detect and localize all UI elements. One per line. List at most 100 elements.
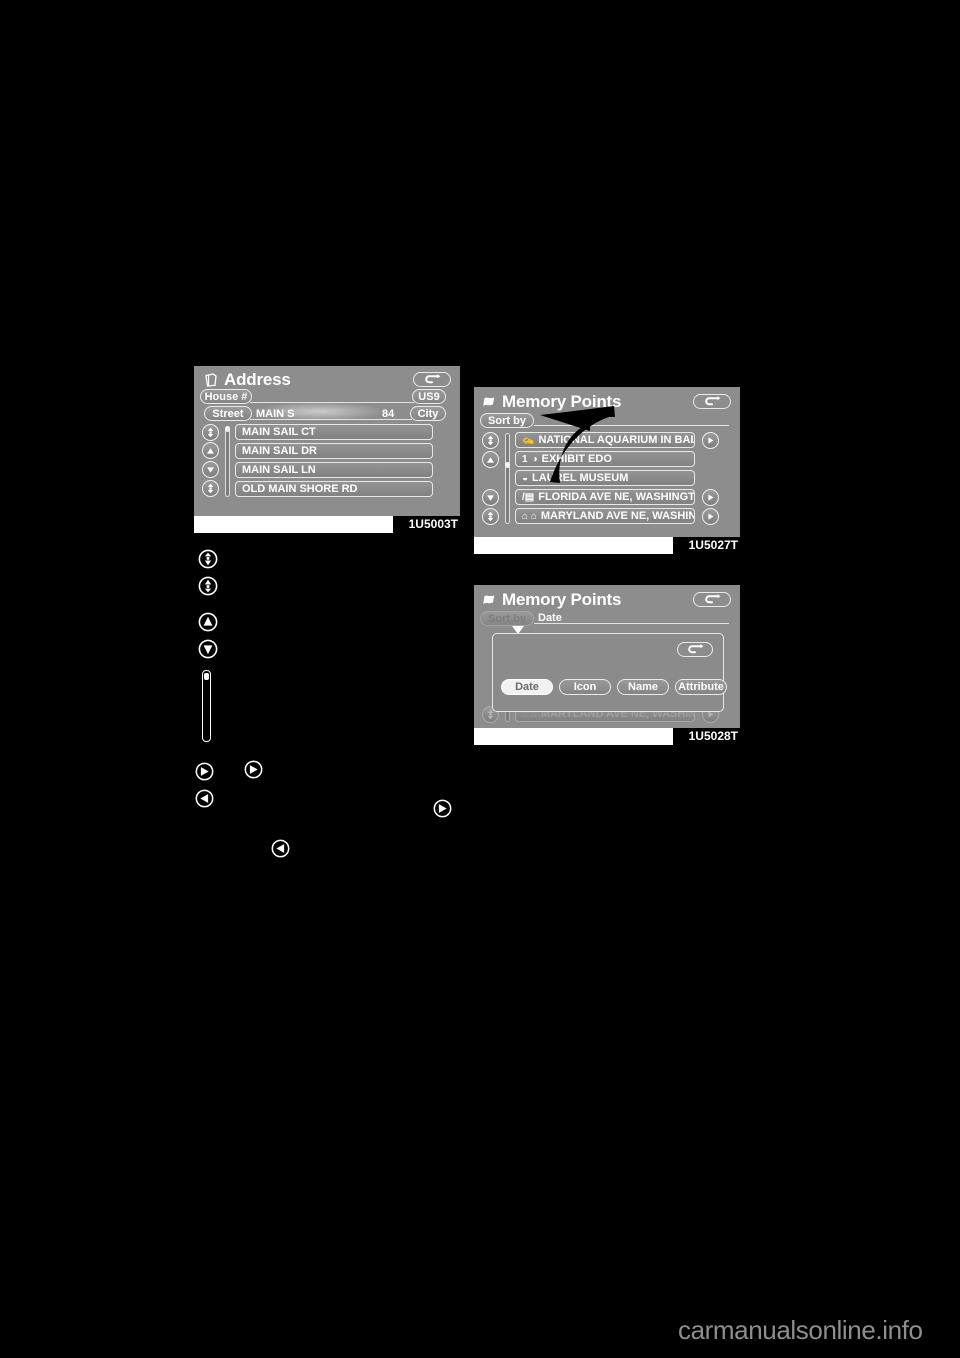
list-item[interactable]: MAIN SAIL LN xyxy=(235,462,433,478)
list-scrollbar-thumb[interactable] xyxy=(224,425,230,432)
sort-by-button[interactable]: Sort by xyxy=(480,611,534,626)
sort-option-attribute[interactable]: Attribute xyxy=(675,679,727,695)
caption-bar: 1U5028T xyxy=(474,728,740,745)
right-arrow-icon-glyph-c xyxy=(431,797,453,819)
down-arrow-icon xyxy=(207,466,214,473)
street-button[interactable]: Street xyxy=(204,406,252,421)
table-row[interactable]: ⌂ ⌂ MARYLAND AVE NE, WASHINGTO xyxy=(515,508,695,524)
caption-white-strip xyxy=(474,537,673,554)
sort-option-name[interactable]: Name xyxy=(617,679,669,695)
sort-by-field xyxy=(534,414,729,426)
street-field-value: MAIN S xyxy=(256,408,295,420)
flag-icon xyxy=(483,397,495,406)
left-arrow-icon-glyph-a xyxy=(193,787,215,809)
up-arrow-icon-glyph xyxy=(196,610,220,634)
memory-point-label: NATIONAL AQUARIUM IN BALTIM xyxy=(538,434,695,446)
page-down-button[interactable] xyxy=(482,508,499,525)
memory-points-screen: Memory Points Sort by ✍ NATIONAL AQUARIU… xyxy=(474,387,740,537)
page-title: Memory Points xyxy=(502,590,622,609)
page-up-button[interactable] xyxy=(482,432,499,449)
caption-bar: 1U5027T xyxy=(474,537,740,554)
page-up-button[interactable] xyxy=(202,424,219,441)
address-screen: Address House # US9 MAIN S 84 Street Cit… xyxy=(194,366,460,516)
list-scrollbar[interactable] xyxy=(504,433,510,524)
return-button[interactable] xyxy=(693,592,731,607)
house-number-button[interactable]: House # xyxy=(200,389,252,404)
page-down-icon-glyph xyxy=(196,574,220,598)
memory-point-label: FLORIDA AVE NE, WASHINGTON, D xyxy=(538,491,695,503)
memory-points-sort-screen: Memory Points Date Sort by ⌂ ⌂ MARYLAND … xyxy=(474,585,740,728)
caption-white-strip xyxy=(194,516,393,533)
site-watermark: carmanualsonline.info xyxy=(678,1315,923,1345)
list-item-label: MAIN SAIL CT xyxy=(242,426,316,438)
memory-point-label: EXHIBIT EDO xyxy=(541,453,612,465)
left-arrow-icon xyxy=(195,789,213,807)
page-down-button[interactable] xyxy=(202,480,219,497)
table-row[interactable]: 1 ◑ EXHIBIT EDO xyxy=(515,451,695,467)
left-arrow-icon xyxy=(271,839,289,857)
popup-return-button[interactable] xyxy=(677,642,713,657)
right-arrow-icon xyxy=(433,799,451,817)
sort-by-field xyxy=(534,612,729,624)
detail-button[interactable] xyxy=(702,432,719,449)
down-arrow-icon xyxy=(487,494,494,501)
return-arrow-icon xyxy=(424,374,440,384)
page-title: Memory Points xyxy=(502,392,622,411)
list-item-label: MAIN SAIL LN xyxy=(242,464,316,476)
right-arrow-icon xyxy=(244,760,262,778)
memory-point-icon: ⌂ ⌂ xyxy=(522,510,537,522)
table-row[interactable]: /▤ FLORIDA AVE NE, WASHINGTON, D xyxy=(515,489,695,505)
sort-option-date[interactable]: Date xyxy=(501,679,553,695)
sort-by-button[interactable]: Sort by xyxy=(480,413,534,428)
scroll-down-button[interactable] xyxy=(482,489,499,506)
list-item[interactable]: MAIN SAIL DR xyxy=(235,443,433,459)
list-item[interactable]: MAIN SAIL CT xyxy=(235,424,433,440)
memory-point-icon: ◒ xyxy=(522,472,529,484)
return-button[interactable] xyxy=(413,372,451,387)
address-screenshot: Address House # US9 MAIN S 84 Street Cit… xyxy=(194,366,460,533)
list-scrollbar[interactable] xyxy=(224,425,230,497)
memory-points-sort-screenshot: Memory Points Date Sort by ⌂ ⌂ MARYLAND … xyxy=(474,585,740,745)
up-arrow-icon xyxy=(487,456,494,463)
return-arrow-icon xyxy=(704,396,720,406)
right-arrow-icon-glyph-b xyxy=(242,758,264,780)
return-button[interactable] xyxy=(693,394,731,409)
list-scrollbar-thumb[interactable] xyxy=(504,462,510,468)
page-up-icon xyxy=(487,435,494,446)
house-number-field[interactable] xyxy=(250,390,414,403)
figure-code: 1U5028T xyxy=(688,729,738,743)
table-row[interactable]: ✍ NATIONAL AQUARIUM IN BALTIM xyxy=(515,432,695,448)
sort-option-icon[interactable]: Icon xyxy=(559,679,611,695)
detail-button[interactable] xyxy=(702,489,719,506)
page-title: Address xyxy=(224,370,291,389)
right-arrow-icon xyxy=(707,437,713,444)
page-up-icon xyxy=(207,427,214,438)
memory-point-icon: ◑ xyxy=(531,453,538,465)
list-item-label: MAIN SAIL DR xyxy=(242,445,317,457)
scroll-up-button[interactable] xyxy=(482,451,499,468)
memory-point-label: MARYLAND AVE NE, WASHINGTO xyxy=(540,510,694,522)
list-item[interactable]: OLD MAIN SHORE RD xyxy=(235,481,433,497)
return-arrow-icon xyxy=(687,644,703,654)
scroll-down-button[interactable] xyxy=(202,461,219,478)
caption-white-strip xyxy=(474,728,673,745)
page-up-icon xyxy=(198,549,218,569)
sort-by-popup: Date Icon Name Attribute xyxy=(492,633,727,712)
scroll-up-button[interactable] xyxy=(202,442,219,459)
table-row[interactable]: ◒ LAUREL MUSEUM xyxy=(515,470,695,486)
up-arrow-icon xyxy=(198,612,218,632)
left-arrow-icon-glyph-b xyxy=(269,837,291,859)
sort-by-value: Date xyxy=(538,612,562,624)
memory-point-icon: ✍ xyxy=(522,434,535,446)
detail-button[interactable] xyxy=(702,508,719,525)
figure-code: 1U5027T xyxy=(688,538,738,552)
address-book-icon xyxy=(205,373,217,387)
memory-point-index: 1 xyxy=(522,453,528,465)
right-arrow-icon xyxy=(195,762,213,780)
caption-bar: 1U5003T xyxy=(194,516,460,533)
state-button[interactable]: US9 xyxy=(412,389,446,404)
city-button[interactable]: City xyxy=(410,406,446,421)
memory-point-label: LAUREL MUSEUM xyxy=(532,472,629,484)
memory-point-icon: /▤ xyxy=(522,491,535,503)
page-down-icon xyxy=(207,483,214,494)
